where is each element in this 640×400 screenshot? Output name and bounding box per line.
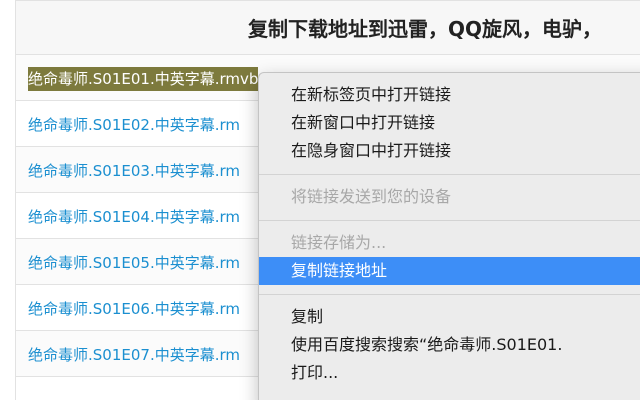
menu-print[interactable]: 打印... <box>259 359 640 387</box>
menu-separator <box>259 174 640 175</box>
episode-link-05[interactable]: 绝命毒师.S01E05.中英字幕.rm <box>28 252 240 273</box>
menu-open-new-tab[interactable]: 在新标签页中打开链接 <box>259 81 640 109</box>
menu-copy-link-address[interactable]: 复制链接地址 <box>259 257 640 285</box>
link-context-menu: 在新标签页中打开链接 在新窗口中打开链接 在隐身窗口中打开链接 将链接发送到您的… <box>258 72 640 400</box>
menu-open-new-window[interactable]: 在新窗口中打开链接 <box>259 109 640 137</box>
menu-copy[interactable]: 复制 <box>259 303 640 331</box>
episode-link-04[interactable]: 绝命毒师.S01E04.中英字幕.rm <box>28 206 240 227</box>
episode-link-01[interactable]: 绝命毒师.S01E01.中英字幕.rmvb <box>28 67 259 91</box>
episode-link-06[interactable]: 绝命毒师.S01E06.中英字幕.rm <box>28 298 240 319</box>
menu-separator <box>259 294 640 295</box>
table-header-title: 复制下载地址到迅雷，QQ旋风，电驴， <box>248 17 603 41</box>
menu-separator <box>259 220 640 221</box>
menu-save-link-as: 链接存储为... <box>291 233 387 252</box>
table-header: 复制下载地址到迅雷，QQ旋风，电驴， <box>16 0 640 55</box>
menu-send-to-devices: 将链接发送到您的设备 <box>291 187 452 206</box>
menu-open-incognito[interactable]: 在隐身窗口中打开链接 <box>259 137 640 165</box>
episode-link-02[interactable]: 绝命毒师.S01E02.中英字幕.rm <box>28 114 240 135</box>
episode-link-03[interactable]: 绝命毒师.S01E03.中英字幕.rm <box>28 160 240 181</box>
browser-page: 复制下载地址到迅雷，QQ旋风，电驴， 绝命毒师.S01E01.中英字幕.rmvb… <box>0 0 640 400</box>
episode-link-07[interactable]: 绝命毒师.S01E07.中英字幕.rm <box>28 344 240 365</box>
menu-search-baidu[interactable]: 使用百度搜索搜索“绝命毒师.S01E01. <box>259 331 640 359</box>
